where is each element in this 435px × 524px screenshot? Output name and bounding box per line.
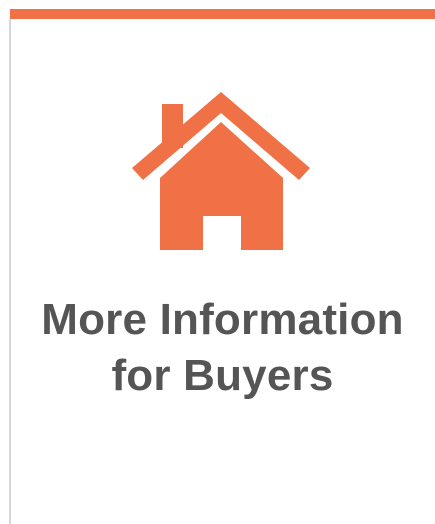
card-left-border: [9, 19, 11, 524]
card-title: More Information for Buyers: [10, 292, 435, 404]
house-icon: [132, 92, 310, 250]
card-title-line2: for Buyers: [111, 351, 334, 400]
accent-top-bar: [10, 9, 435, 19]
card-title-line1: More Information: [41, 295, 404, 344]
buyer-info-card[interactable]: More Information for Buyers: [0, 0, 435, 524]
